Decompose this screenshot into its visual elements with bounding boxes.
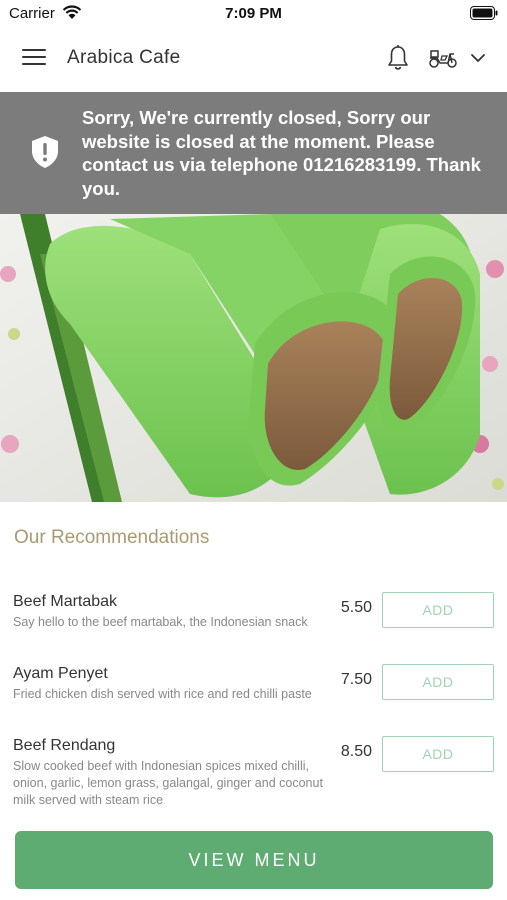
menu-item-ayam-penyet: Ayam Penyet Fried chicken dish served wi… [0,662,507,734]
battery-icon [470,6,498,20]
hamburger-menu-icon[interactable] [22,49,46,69]
view-menu-button[interactable]: VIEW MENU [15,831,493,889]
item-name: Ayam Penyet [13,665,108,682]
item-price: 8.50 [340,743,372,760]
delivery-scooter-icon[interactable] [427,46,459,70]
bell-icon[interactable] [386,44,410,72]
add-button[interactable]: ADD [382,664,494,700]
status-bar: Carrier 7:09 PM [0,0,507,26]
menu-item-beef-martabak: Beef Martabak Say hello to the beef mart… [0,590,507,662]
closed-notice-message: Sorry, We're currently closed, Sorry our… [82,107,481,199]
recommendations-heading: Our Recommendations [14,527,210,548]
item-name: Beef Martabak [13,593,118,610]
item-description: Fried chicken dish served with rice and … [13,687,312,701]
item-description: Say hello to the beef martabak, the Indo… [13,615,308,629]
add-button[interactable]: ADD [382,736,494,772]
item-description: Slow cooked beef with Indonesian spices … [13,759,323,807]
app-header: Arabica Cafe [0,26,507,92]
chevron-down-icon[interactable] [470,50,486,66]
closed-notice-banner: Sorry, We're currently closed, Sorry our… [0,92,507,214]
shield-alert-icon [32,136,58,168]
app-title: Arabica Cafe [67,47,181,68]
hero-food-image [0,214,507,502]
item-price: 7.50 [340,671,372,688]
item-name: Beef Rendang [13,737,116,754]
item-price: 5.50 [340,599,372,616]
menu-item-beef-rendang: Beef Rendang Slow cooked beef with Indon… [0,734,507,807]
clock: 7:09 PM [225,5,282,22]
add-button[interactable]: ADD [382,592,494,628]
